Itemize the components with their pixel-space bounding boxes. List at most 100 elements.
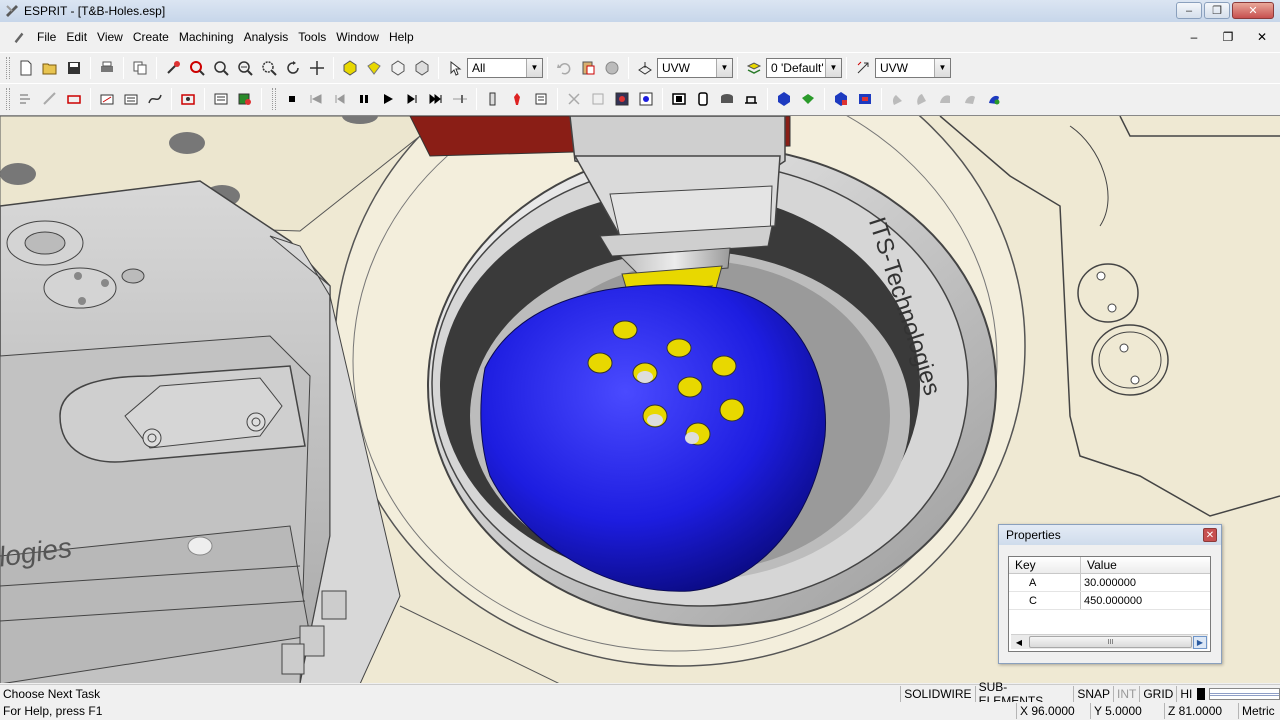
table-row[interactable]: A 30.000000 bbox=[1009, 574, 1210, 592]
menu-machining[interactable]: Machining bbox=[174, 30, 239, 44]
minimize-button[interactable]: – bbox=[1176, 2, 1202, 19]
menu-create[interactable]: Create bbox=[128, 30, 174, 44]
view-plane-icon[interactable] bbox=[852, 57, 874, 79]
scroll-thumb[interactable]: III bbox=[1029, 636, 1192, 648]
toolbar-grip[interactable] bbox=[272, 87, 276, 110]
properties-header[interactable]: Properties ✕ bbox=[999, 525, 1221, 545]
machine-view-icon[interactable] bbox=[611, 88, 633, 110]
operation-icon[interactable] bbox=[96, 88, 118, 110]
stop-record-icon[interactable] bbox=[601, 57, 623, 79]
maximize-button[interactable]: ❐ bbox=[1204, 2, 1230, 19]
zoom-in-icon[interactable] bbox=[210, 57, 232, 79]
mode-sub-elements[interactable]: SUB-ELEMENTS bbox=[974, 680, 1074, 708]
hand-color-icon[interactable] bbox=[983, 88, 1005, 110]
layers-icon[interactable] bbox=[743, 57, 765, 79]
hidden-line-icon[interactable] bbox=[411, 57, 433, 79]
open-folder-icon[interactable] bbox=[39, 57, 61, 79]
tool-display-icon[interactable] bbox=[482, 88, 504, 110]
blue-part-icon[interactable] bbox=[773, 88, 795, 110]
copy-icon[interactable] bbox=[129, 57, 151, 79]
speed-slider-icon[interactable] bbox=[449, 88, 471, 110]
machine-axes-icon[interactable] bbox=[587, 88, 609, 110]
save-icon[interactable] bbox=[63, 57, 85, 79]
scroll-left-icon[interactable]: ◀ bbox=[1012, 636, 1026, 649]
tool-holder-icon[interactable] bbox=[506, 88, 528, 110]
fixture-icon[interactable] bbox=[740, 88, 762, 110]
paste-icon[interactable] bbox=[577, 57, 599, 79]
feature-tree-icon[interactable] bbox=[15, 88, 37, 110]
stock-icon[interactable] bbox=[63, 88, 85, 110]
hand-move-icon[interactable] bbox=[935, 88, 957, 110]
toolbar-grip[interactable] bbox=[6, 87, 10, 110]
hand-grab-icon[interactable] bbox=[911, 88, 933, 110]
work-plane-dropdown[interactable]: UVW ▼ bbox=[657, 57, 733, 78]
column-header-key[interactable]: Key bbox=[1009, 557, 1081, 573]
properties-close-button[interactable]: ✕ bbox=[1203, 528, 1217, 542]
doc-minimize-button[interactable]: – bbox=[1184, 28, 1204, 46]
layer-dropdown[interactable]: 0 'Default' ▼ bbox=[766, 57, 842, 78]
wireframe-icon[interactable] bbox=[387, 57, 409, 79]
verify-icon[interactable] bbox=[668, 88, 690, 110]
chevron-down-icon[interactable]: ▼ bbox=[825, 58, 841, 77]
selection-filter-dropdown[interactable]: All ▼ bbox=[467, 57, 543, 78]
step-forward-icon[interactable] bbox=[401, 88, 423, 110]
mode-hi[interactable]: HI bbox=[1176, 685, 1195, 702]
color-swatch[interactable] bbox=[1197, 687, 1206, 700]
chevron-down-icon[interactable]: ▼ bbox=[716, 58, 732, 77]
mode-solidwire[interactable]: SOLIDWIRE bbox=[900, 685, 974, 702]
mode-grid[interactable]: GRID bbox=[1139, 685, 1176, 702]
redraw-icon[interactable] bbox=[162, 57, 184, 79]
view-plane-dropdown[interactable]: UVW ▼ bbox=[875, 57, 951, 78]
solid-icon[interactable] bbox=[363, 57, 385, 79]
tool-library-icon[interactable] bbox=[210, 88, 232, 110]
column-header-value[interactable]: Value bbox=[1081, 557, 1210, 573]
close-button[interactable]: ✕ bbox=[1232, 2, 1274, 19]
tool-manager-icon[interactable] bbox=[177, 88, 199, 110]
document-icon[interactable] bbox=[12, 30, 26, 44]
graphics-viewport[interactable]: logies ITS-Technologies Properties ✕ Key… bbox=[0, 115, 1280, 683]
zoom-fit-icon[interactable] bbox=[258, 57, 280, 79]
fast-forward-icon[interactable] bbox=[425, 88, 447, 110]
table-row[interactable]: C 450.000000 bbox=[1009, 592, 1210, 610]
rotate-icon[interactable] bbox=[282, 57, 304, 79]
menu-help[interactable]: Help bbox=[384, 30, 419, 44]
gouge-check-icon[interactable] bbox=[854, 88, 876, 110]
zoom-out-icon[interactable] bbox=[234, 57, 256, 79]
cut-solid-icon[interactable] bbox=[692, 88, 714, 110]
stock-solid-icon[interactable] bbox=[716, 88, 738, 110]
menu-tools[interactable]: Tools bbox=[293, 30, 331, 44]
machine-setup-icon[interactable] bbox=[563, 88, 585, 110]
pause-icon[interactable] bbox=[353, 88, 375, 110]
hand-rotate-icon[interactable] bbox=[959, 88, 981, 110]
line-style-swatch[interactable] bbox=[1209, 687, 1280, 700]
doc-close-button[interactable]: ✕ bbox=[1252, 28, 1272, 46]
new-file-icon[interactable] bbox=[15, 57, 37, 79]
chevron-down-icon[interactable]: ▼ bbox=[934, 58, 950, 77]
horizontal-scrollbar[interactable]: ◀ III ▶ bbox=[1011, 634, 1208, 649]
stop-icon[interactable] bbox=[281, 88, 303, 110]
print-icon[interactable] bbox=[96, 57, 118, 79]
menu-window[interactable]: Window bbox=[331, 30, 384, 44]
work-plane-icon[interactable] bbox=[634, 57, 656, 79]
property-value[interactable]: 30.000000 bbox=[1081, 574, 1210, 591]
feature-manager-icon[interactable] bbox=[39, 88, 61, 110]
zoom-window-icon[interactable] bbox=[186, 57, 208, 79]
tool-path-icon[interactable] bbox=[144, 88, 166, 110]
green-part-icon[interactable] bbox=[797, 88, 819, 110]
mode-snap[interactable]: SNAP bbox=[1073, 685, 1113, 702]
machine-simulate-icon[interactable] bbox=[635, 88, 657, 110]
solid-shade-icon[interactable] bbox=[339, 57, 361, 79]
doc-restore-button[interactable]: ❐ bbox=[1218, 28, 1238, 46]
toolpath-list-icon[interactable] bbox=[530, 88, 552, 110]
menu-analysis[interactable]: Analysis bbox=[239, 30, 294, 44]
step-back-icon[interactable] bbox=[329, 88, 351, 110]
compare-icon[interactable] bbox=[830, 88, 852, 110]
select-pointer-icon[interactable] bbox=[444, 57, 466, 79]
hand-icon[interactable] bbox=[887, 88, 909, 110]
menu-file[interactable]: File bbox=[32, 30, 61, 44]
property-value[interactable]: 450.000000 bbox=[1081, 592, 1210, 609]
operation-list-icon[interactable] bbox=[120, 88, 142, 110]
menu-edit[interactable]: Edit bbox=[61, 30, 92, 44]
scroll-right-icon[interactable]: ▶ bbox=[1193, 636, 1207, 649]
mode-int[interactable]: INT bbox=[1113, 685, 1139, 702]
